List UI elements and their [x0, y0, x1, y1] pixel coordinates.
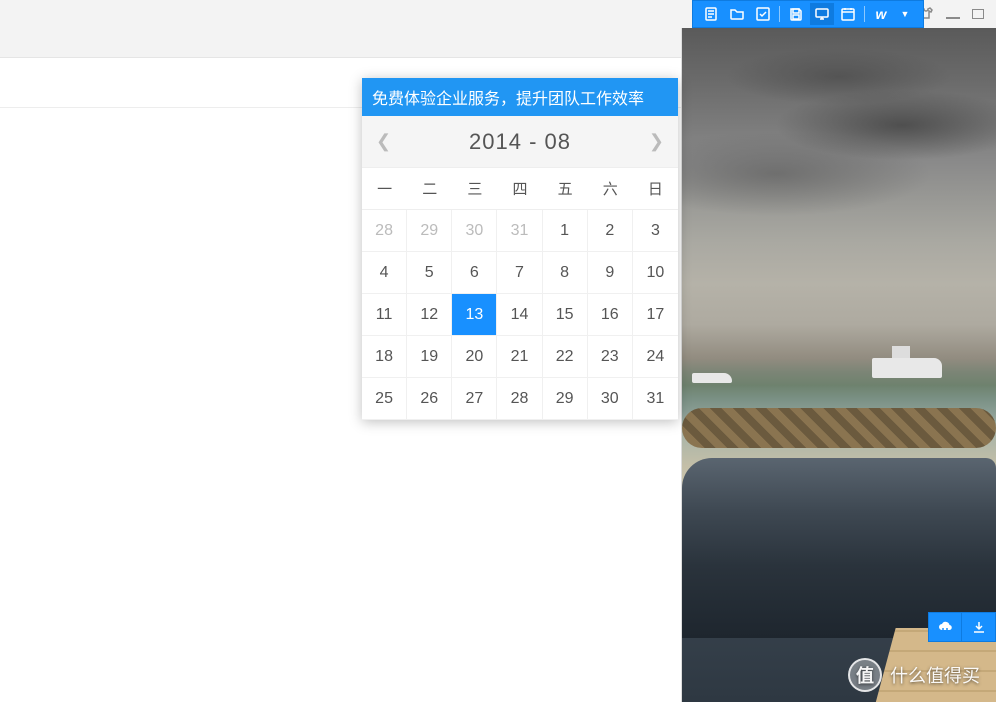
desktop-wallpaper — [682, 28, 996, 702]
header-strip — [0, 28, 681, 58]
calendar-widget: 免费体验企业服务，提升团队工作效率 ❮ 2014 - 08 ❯ 一二三四五六日 … — [362, 78, 678, 420]
calendar-day[interactable]: 7 — [497, 252, 542, 294]
weekday-header: 二 — [407, 168, 452, 210]
calendar-day[interactable]: 11 — [362, 294, 407, 336]
calendar-day[interactable]: 19 — [407, 336, 452, 378]
calendar-day[interactable]: 16 — [588, 294, 633, 336]
dropdown-icon[interactable]: ▼ — [893, 3, 917, 25]
hull-decoration — [682, 458, 996, 638]
cloud-layer — [682, 28, 996, 352]
save-icon[interactable] — [784, 3, 808, 25]
calendar-day[interactable]: 20 — [452, 336, 497, 378]
rope-decoration — [682, 408, 996, 448]
next-month-button[interactable]: ❯ — [649, 131, 664, 152]
weekday-header: 日 — [633, 168, 678, 210]
calendar-day[interactable]: 24 — [633, 336, 678, 378]
calendar-day[interactable]: 9 — [588, 252, 633, 294]
window-maximize-button[interactable] — [972, 9, 984, 19]
calendar-day[interactable]: 29 — [407, 210, 452, 252]
calendar-day[interactable]: 6 — [452, 252, 497, 294]
toolbar-separator — [779, 6, 780, 22]
calendar-day[interactable]: 31 — [633, 378, 678, 420]
wiz-icon[interactable]: w — [869, 3, 893, 25]
calendar-day[interactable]: 1 — [543, 210, 588, 252]
calendar-icon[interactable] — [836, 3, 860, 25]
calendar-day[interactable]: 14 — [497, 294, 542, 336]
weekday-header: 四 — [497, 168, 542, 210]
blue-toolbar: w ▼ — [692, 0, 924, 28]
calendar-day[interactable]: 29 — [543, 378, 588, 420]
calendar-title[interactable]: 2014 - 08 — [469, 129, 571, 155]
page-icon[interactable] — [699, 3, 723, 25]
check-icon[interactable] — [751, 3, 775, 25]
calendar-day[interactable]: 21 — [497, 336, 542, 378]
calendar-day[interactable]: 30 — [588, 378, 633, 420]
calendar-day[interactable]: 3 — [633, 210, 678, 252]
weekday-header: 六 — [588, 168, 633, 210]
calendar-day[interactable]: 22 — [543, 336, 588, 378]
calendar-day[interactable]: 2 — [588, 210, 633, 252]
toolbar-separator — [864, 6, 865, 22]
floating-pills — [928, 612, 996, 642]
screen-icon[interactable] — [810, 3, 834, 25]
calendar-day-grid: 2829303112345678910111213141516171819202… — [362, 210, 678, 420]
calendar-weekday-row: 一二三四五六日 — [362, 168, 678, 210]
calendar-day[interactable]: 31 — [497, 210, 542, 252]
watermark: 值 什么值得买 — [848, 658, 980, 692]
calendar-day[interactable]: 13 — [452, 294, 497, 336]
calendar-day[interactable]: 26 — [407, 378, 452, 420]
calendar-day[interactable]: 25 — [362, 378, 407, 420]
watermark-text: 什么值得买 — [890, 662, 980, 688]
weekday-header: 三 — [452, 168, 497, 210]
calendar-day[interactable]: 15 — [543, 294, 588, 336]
download-button[interactable] — [962, 612, 996, 642]
calendar-banner[interactable]: 免费体验企业服务，提升团队工作效率 — [362, 78, 678, 116]
calendar-day[interactable]: 5 — [407, 252, 452, 294]
calendar-nav: ❮ 2014 - 08 ❯ — [362, 116, 678, 168]
boat-decoration — [872, 358, 942, 378]
calendar-day[interactable]: 12 — [407, 294, 452, 336]
calendar-day[interactable]: 18 — [362, 336, 407, 378]
calendar-day[interactable]: 30 — [452, 210, 497, 252]
calendar-day[interactable]: 28 — [362, 210, 407, 252]
weekday-header: 五 — [543, 168, 588, 210]
boat-decoration — [692, 373, 732, 383]
cloud-sync-button[interactable] — [928, 612, 962, 642]
calendar-day[interactable]: 8 — [543, 252, 588, 294]
folder-icon[interactable] — [725, 3, 749, 25]
weekday-header: 一 — [362, 168, 407, 210]
calendar-day[interactable]: 23 — [588, 336, 633, 378]
calendar-day[interactable]: 4 — [362, 252, 407, 294]
prev-month-button[interactable]: ❮ — [376, 131, 391, 152]
window-minimize-button[interactable] — [946, 9, 960, 19]
calendar-day[interactable]: 27 — [452, 378, 497, 420]
calendar-day[interactable]: 28 — [497, 378, 542, 420]
calendar-day[interactable]: 17 — [633, 294, 678, 336]
watermark-badge: 值 — [848, 658, 882, 692]
calendar-day[interactable]: 10 — [633, 252, 678, 294]
